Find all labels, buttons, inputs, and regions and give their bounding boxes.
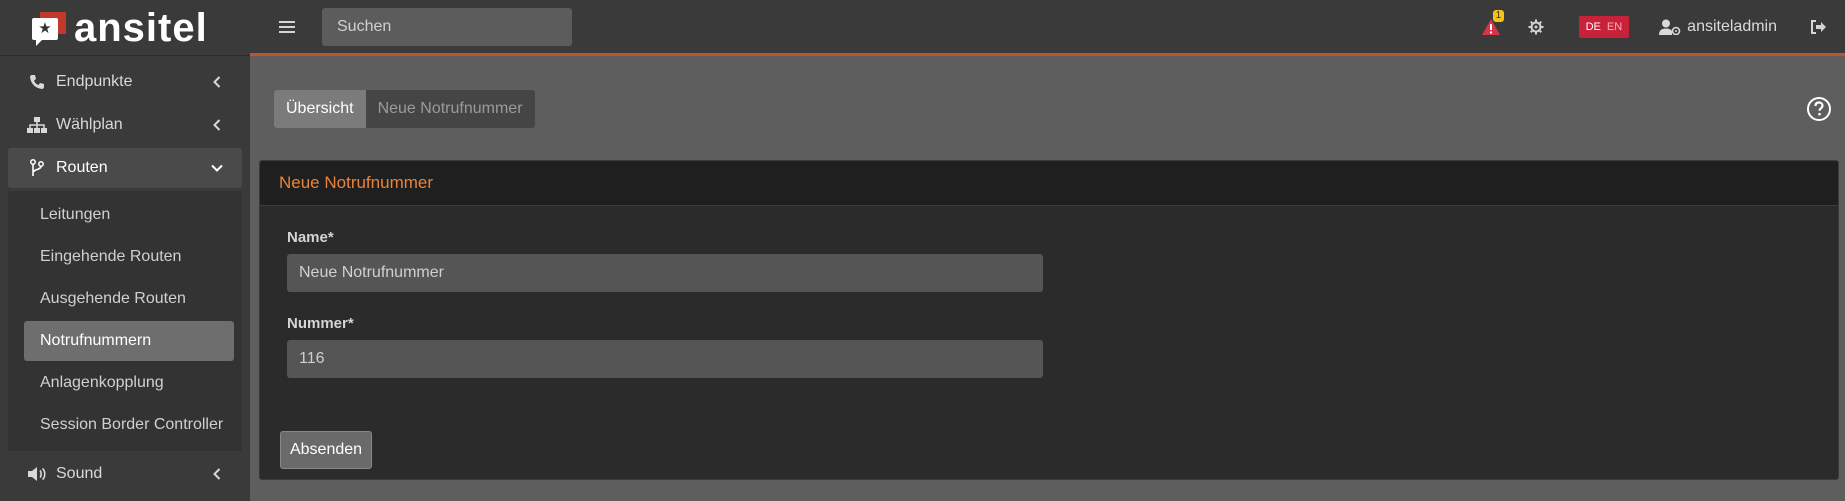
alert-count-badge: 1 <box>1492 9 1505 22</box>
sidebar-item-label: Routen <box>56 159 108 176</box>
topbar: 1 DE EN ansiteladmin <box>250 0 1845 56</box>
sidebar-item-label: Endpunkte <box>56 73 133 90</box>
brand-logo[interactable]: ★ ansitel <box>0 0 250 56</box>
hamburger-menu-icon[interactable] <box>272 20 302 34</box>
card-title: Neue Notrufnummer <box>260 161 1838 206</box>
chevron-down-icon <box>210 164 224 172</box>
question-circle-icon <box>1807 97 1831 121</box>
volume-icon <box>26 466 48 482</box>
sidebar-subitem-session-border-controller[interactable]: Session Border Controller <box>24 405 234 445</box>
name-field[interactable] <box>287 254 1043 292</box>
alert-button[interactable]: 1 <box>1473 9 1509 36</box>
user-cog-icon <box>1659 19 1681 35</box>
phone-icon <box>26 74 48 90</box>
sidebar-subitem-eingehende-routen[interactable]: Eingehende Routen <box>24 237 234 277</box>
chevron-left-icon <box>210 468 224 480</box>
number-field[interactable] <box>287 340 1043 378</box>
routen-submenu: Leitungen Eingehende Routen Ausgehende R… <box>8 191 242 451</box>
sidebar-subitem-notrufnummern[interactable]: Notrufnummern <box>24 321 234 361</box>
breadcrumb-current: Neue Notrufnummer <box>365 90 535 128</box>
form-card: Neue Notrufnummer Name* Nummer* Absenden <box>259 160 1839 480</box>
logout-icon <box>1811 19 1826 34</box>
sidebar-subitem-ausgehende-routen[interactable]: Ausgehende Routen <box>24 279 234 319</box>
search-input[interactable] <box>322 7 572 46</box>
username: ansiteladmin <box>1687 17 1777 35</box>
chevron-left-icon <box>210 119 224 131</box>
language-switch[interactable]: DE EN <box>1578 15 1630 38</box>
name-label: Name* <box>287 229 334 246</box>
sidebar-item-sound[interactable]: Sound <box>8 454 242 494</box>
breadcrumb-uebersicht[interactable]: Übersicht <box>274 90 366 128</box>
sidebar-subitem-leitungen[interactable]: Leitungen <box>24 195 234 235</box>
brand-name: ansitel <box>74 5 208 50</box>
user-menu[interactable]: ansiteladmin <box>1659 18 1777 36</box>
name-group: Name* <box>287 229 1043 292</box>
settings-button[interactable] <box>1521 19 1551 35</box>
lang-en[interactable]: EN <box>1604 21 1625 33</box>
sidebar-item-label: Wählplan <box>56 116 123 133</box>
topbar-actions: 1 DE EN ansiteladmin <box>1473 0 1845 53</box>
help-button[interactable] <box>1806 96 1832 122</box>
number-group: Nummer* <box>287 315 1043 378</box>
lang-de[interactable]: DE <box>1583 21 1604 33</box>
sidebar-item-waehlplan[interactable]: Wählplan <box>8 105 242 145</box>
sidebar: ★ ansitel Endpunkte Wählplan Routen Leit… <box>0 0 250 501</box>
chevron-left-icon <box>210 76 224 88</box>
number-label: Nummer* <box>287 315 354 332</box>
sidebar-subitem-anlagenkopplung[interactable]: Anlagenkopplung <box>24 363 234 403</box>
submit-button[interactable]: Absenden <box>280 431 372 469</box>
gear-icon <box>1528 19 1544 34</box>
logout-button[interactable] <box>1803 19 1833 34</box>
sidebar-item-endpunkte[interactable]: Endpunkte <box>8 62 242 102</box>
logo-icon: ★ <box>30 11 70 46</box>
sitemap-icon <box>26 117 48 133</box>
sidebar-nav: Endpunkte Wählplan Routen Leitungen Eing… <box>0 56 250 494</box>
code-branch-icon <box>26 159 48 177</box>
sidebar-item-label: Sound <box>56 465 103 482</box>
breadcrumb: Übersicht Neue Notrufnummer <box>274 90 535 128</box>
sidebar-item-routen[interactable]: Routen <box>8 148 242 188</box>
